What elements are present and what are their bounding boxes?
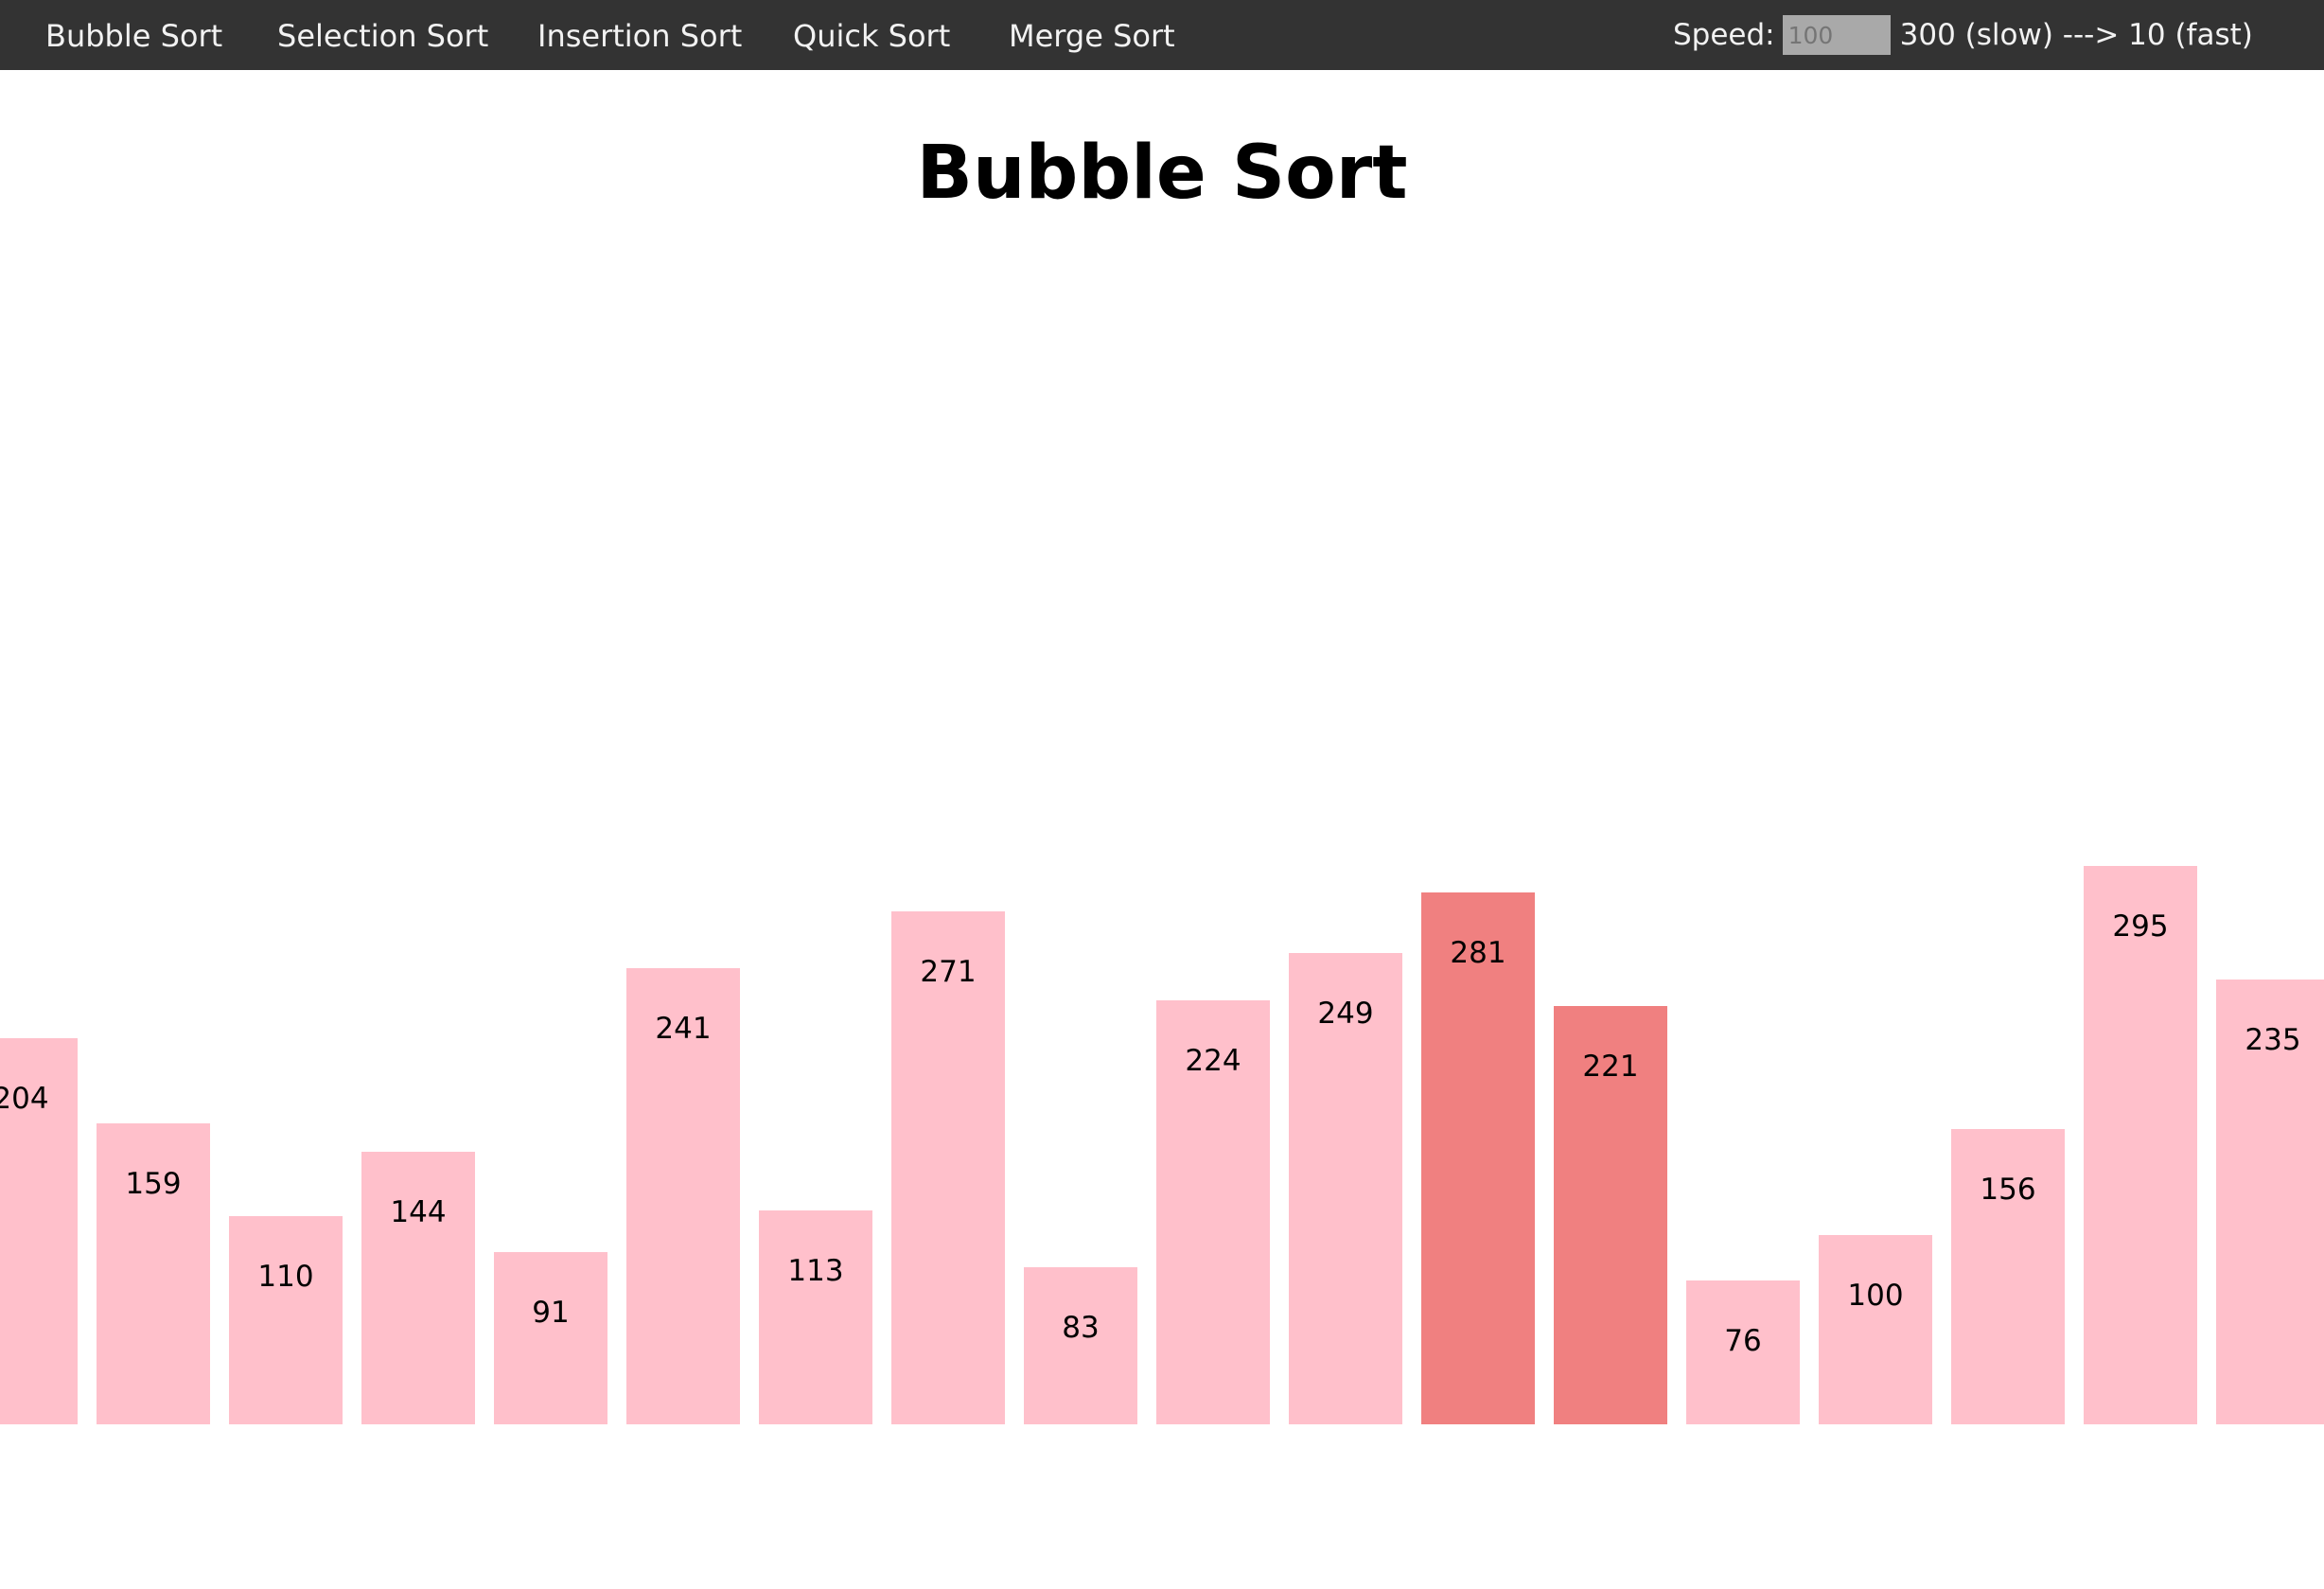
nav-bubble-sort[interactable]: Bubble Sort — [45, 0, 222, 70]
speed-label: Speed: — [1673, 18, 1775, 52]
array-bar: 241 — [626, 968, 740, 1424]
array-bar: 221 — [1554, 1006, 1667, 1424]
array-bar: 235 — [2216, 980, 2324, 1424]
array-bar: 113 — [759, 1210, 872, 1424]
array-bar: 281 — [1421, 892, 1535, 1424]
array-bar: 76 — [1686, 1280, 1800, 1424]
page-title: Bubble Sort — [916, 131, 1408, 216]
array-bar: 204 — [0, 1038, 78, 1424]
array-bar: 83 — [1024, 1267, 1137, 1424]
nav-merge-sort[interactable]: Merge Sort — [1009, 0, 1175, 70]
speed-hint: 300 (slow) ---> 10 (fast) — [1899, 18, 2253, 52]
top-nav: Bubble Sort Selection Sort Insertion Sor… — [0, 0, 2324, 70]
nav-selection-sort[interactable]: Selection Sort — [277, 0, 488, 70]
speed-control: Speed: 300 (slow) ---> 10 (fast) — [1673, 0, 2253, 70]
array-bar: 144 — [361, 1152, 475, 1424]
array-bar: 156 — [1951, 1129, 2065, 1424]
nav-insertion-sort[interactable]: Insertion Sort — [537, 0, 742, 70]
array-bar: 159 — [97, 1123, 210, 1424]
array-bar: 91 — [494, 1252, 607, 1424]
array-bar: 295 — [2084, 866, 2197, 1424]
speed-input[interactable] — [1782, 15, 1891, 55]
array-bar: 249 — [1289, 953, 1402, 1424]
array-bar: 110 — [229, 1216, 343, 1424]
array-bar: 100 — [1819, 1235, 1932, 1424]
array-bar: 271 — [891, 911, 1005, 1424]
bar-array: 204 159 110 144 91 241 113 271 83 224 249 281 221 76 1… — [0, 0, 2324, 1589]
nav-quick-sort[interactable]: Quick Sort — [793, 0, 950, 70]
array-bar: 224 — [1156, 1000, 1270, 1424]
